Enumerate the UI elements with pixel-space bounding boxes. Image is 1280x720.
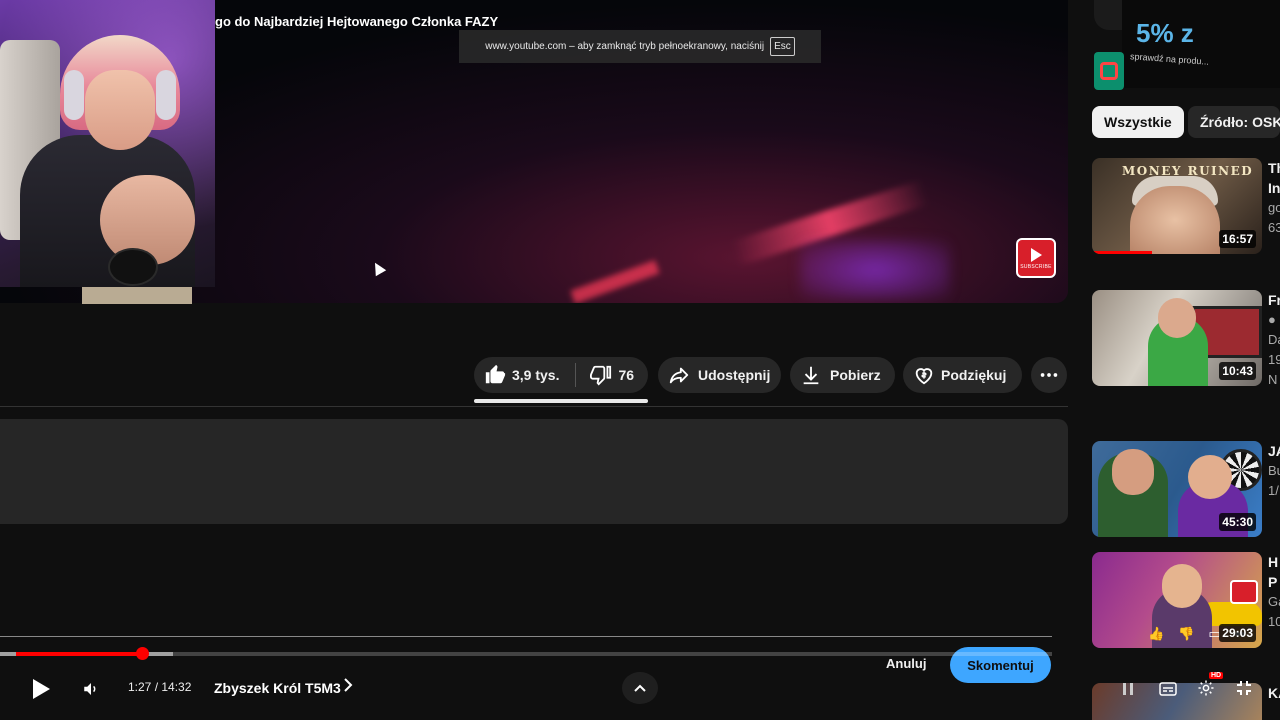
dislike-button[interactable]: 76: [590, 364, 634, 386]
thumbs-down-icon[interactable]: 👎: [1178, 626, 1194, 642]
download-label: Pobierz: [830, 367, 881, 383]
video-frame-light: [800, 240, 950, 300]
fullscreen-notice: www.youtube.com – aby zamknąć tryb pełno…: [459, 30, 821, 63]
webcam-desk: [82, 287, 192, 304]
video-meta[interactable]: H P Ga 10: [1268, 552, 1280, 632]
watched-progress: [1092, 251, 1152, 254]
share-button[interactable]: Udostępnij: [658, 357, 781, 393]
progress-scrubber[interactable]: [136, 647, 149, 660]
thanks-label: Podziękuj: [941, 367, 1007, 383]
fullscreen-notice-text: www.youtube.com – aby zamknąć tryb pełno…: [485, 41, 765, 52]
thumbs-down-icon: [590, 365, 612, 386]
esc-key-label: Esc: [770, 37, 795, 56]
time-display: 1:27 / 14:32: [128, 680, 192, 694]
like-highlight-bar: [474, 399, 648, 403]
webcam-overlay: [0, 0, 215, 287]
chevron-right-icon[interactable]: [343, 678, 353, 695]
cancel-comment-button[interactable]: Anuluj: [886, 656, 926, 671]
video-meta[interactable]: KA: [1268, 683, 1280, 703]
thumbs-up-icon[interactable]: 👍: [1148, 626, 1164, 642]
download-button[interactable]: Pobierz: [790, 357, 895, 393]
video-frame-light: [570, 260, 660, 303]
exit-fullscreen-icon[interactable]: [1234, 678, 1254, 698]
subtitles-icon[interactable]: [1158, 680, 1178, 698]
video-thumbnail[interactable]: 👍 👎 ▭ ➦ 29:03: [1092, 552, 1262, 648]
video-thumbnail[interactable]: 45:30: [1092, 441, 1262, 537]
progress-played: [16, 652, 142, 656]
chip-source[interactable]: Źródło: OSKI: [1188, 106, 1280, 138]
heart-dollar-icon: [915, 368, 933, 385]
more-dots-icon: [1040, 373, 1058, 377]
video-title: go do Najbardziej Hejtowanego Członka FA…: [215, 14, 499, 29]
ad-corner: [1094, 0, 1124, 30]
play-button[interactable]: [24, 672, 58, 706]
video-thumbnail[interactable]: 10:43: [1092, 290, 1262, 386]
progress-divider: [0, 636, 1052, 637]
thumbs-up-icon: [485, 364, 506, 384]
chapter-title[interactable]: Zbyszek Król T5M3: [214, 680, 341, 696]
share-arrow-icon: [669, 367, 689, 384]
chip-all[interactable]: Wszystkie: [1092, 106, 1184, 138]
video-duration: 45:30: [1219, 513, 1256, 531]
video-meta[interactable]: JA Bu 1/: [1268, 441, 1280, 501]
youtube-logo-icon: [1230, 580, 1258, 604]
ad-headline: 5% z: [1136, 18, 1194, 48]
video-meta[interactable]: Fr ● Da 19 N: [1268, 290, 1280, 390]
volume-button[interactable]: [76, 672, 106, 706]
volume-icon: [84, 683, 96, 695]
ad-app-icon[interactable]: [1094, 52, 1124, 90]
thanks-button[interactable]: Podziękuj: [903, 357, 1022, 393]
like-dislike-group: 3,9 tys. 76: [474, 357, 648, 393]
subscribe-watermark-icon[interactable]: SUBSCRIBE: [1016, 238, 1056, 278]
video-duration: 10:43: [1219, 362, 1256, 380]
chevron-up-icon: [634, 684, 646, 692]
expand-up-button[interactable]: [622, 672, 658, 704]
share-label: Udostępnij: [698, 367, 771, 383]
hd-badge: HD: [1209, 672, 1224, 679]
thumbnail-text: MONEY RUINED: [1122, 164, 1254, 178]
play-icon: [33, 679, 50, 699]
dislike-count: 76: [618, 367, 635, 383]
section-divider: [0, 406, 1068, 407]
video-duration: 29:03: [1219, 624, 1256, 642]
settings-gear-icon[interactable]: [1196, 678, 1216, 698]
like-count: 3,9 tys.: [512, 367, 560, 383]
video-meta[interactable]: Th In go 63: [1268, 158, 1280, 238]
more-actions-button[interactable]: [1031, 357, 1067, 393]
pause-indicator-icon[interactable]: [1118, 680, 1138, 698]
download-icon: [803, 366, 819, 385]
like-button[interactable]: 3,9 tys.: [484, 364, 559, 386]
description-box[interactable]: [0, 419, 1068, 524]
video-thumbnail[interactable]: MONEY RUINED 16:57: [1092, 158, 1262, 254]
video-duration: 16:57: [1219, 230, 1256, 248]
